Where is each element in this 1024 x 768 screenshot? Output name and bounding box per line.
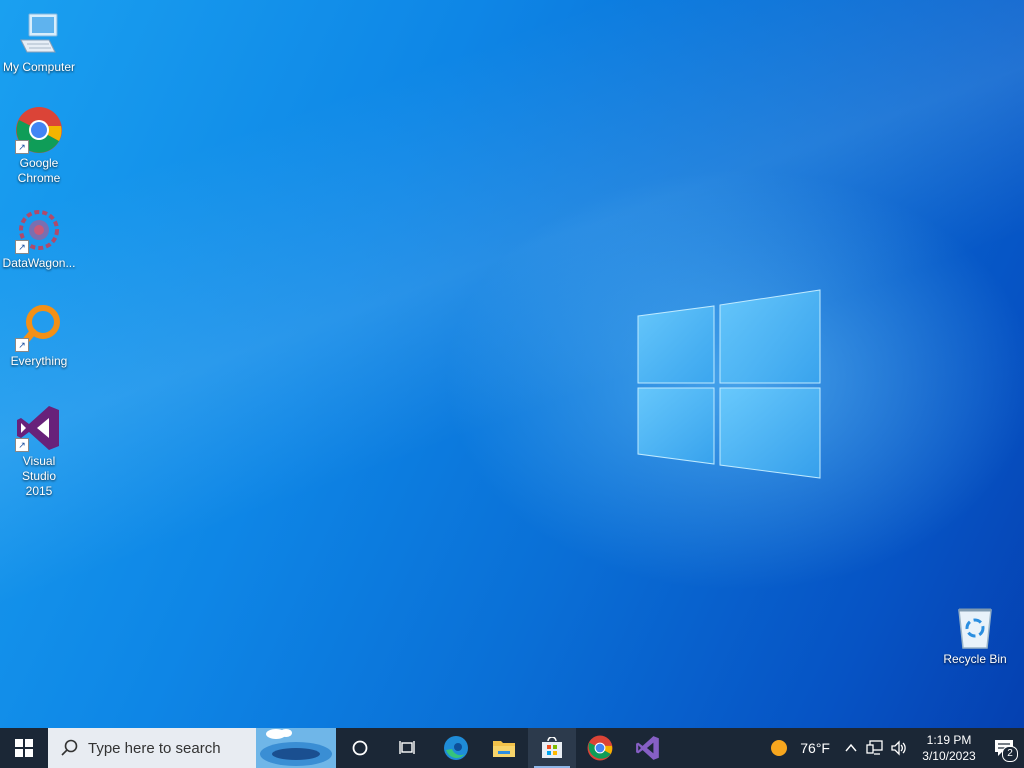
desktop-icon-label: Everything xyxy=(10,354,68,368)
taskbar-clock[interactable]: 1:19 PM 3/10/2023 xyxy=(918,732,980,764)
everything-icon: ↗ xyxy=(15,304,63,352)
windows-start-icon xyxy=(15,739,33,757)
file-explorer-icon xyxy=(493,741,515,757)
cortana-button[interactable] xyxy=(336,728,384,768)
recycle-bin-icon xyxy=(951,602,999,650)
taskbar-store[interactable] xyxy=(528,728,576,768)
desktop-icon-everything[interactable]: ↗ Everything xyxy=(0,304,78,369)
windows-logo xyxy=(637,289,821,479)
desktop-icon-visual-studio[interactable]: ↗ Visual Studio 2015 xyxy=(0,404,78,499)
desktop-icon-recycle-bin[interactable]: Recycle Bin xyxy=(936,602,1014,667)
visual-studio-icon xyxy=(636,736,659,760)
weather-temperature: 76°F xyxy=(800,740,830,756)
desktop-icon-label: Visual Studio 2015 xyxy=(21,454,57,498)
desktop-icon-my-computer[interactable]: My Computer xyxy=(0,10,78,75)
cortana-icon xyxy=(352,740,368,756)
desktop-icon-google-chrome[interactable]: ↗ Google Chrome xyxy=(0,106,78,186)
desktop-icon-label: My Computer xyxy=(2,60,76,74)
store-icon xyxy=(542,737,562,758)
taskbar: Type here to search 76°F 1:19 PM 3/10/20… xyxy=(0,728,1024,768)
desktop-icon-label: Recycle Bin xyxy=(943,652,1007,666)
network-icon[interactable] xyxy=(866,740,884,756)
taskbar-file-explorer[interactable] xyxy=(480,728,528,768)
volume-icon[interactable] xyxy=(890,740,908,756)
sun-icon xyxy=(771,740,788,756)
computer-icon xyxy=(15,10,63,58)
task-view-icon xyxy=(399,741,415,754)
wallpaper-light-beam xyxy=(0,0,1024,728)
chrome-icon xyxy=(587,735,613,761)
taskbar-search-box[interactable]: Type here to search xyxy=(48,728,336,768)
search-icon xyxy=(61,739,78,756)
shortcut-arrow-icon: ↗ xyxy=(15,140,29,154)
shortcut-arrow-icon: ↗ xyxy=(15,438,29,452)
search-highlight-icon xyxy=(256,728,336,768)
chevron-up-icon[interactable] xyxy=(844,741,858,755)
visual-studio-icon: ↗ xyxy=(15,404,63,452)
desktop-icon-datawagon[interactable]: ↗ DataWagon... xyxy=(0,206,78,271)
taskbar-visual-studio[interactable] xyxy=(624,728,672,768)
datawagon-icon: ↗ xyxy=(15,206,63,254)
weather-widget[interactable]: 76°F xyxy=(770,739,830,757)
task-view-button[interactable] xyxy=(384,728,432,768)
taskbar-chrome[interactable] xyxy=(576,728,624,768)
shortcut-arrow-icon: ↗ xyxy=(15,338,29,352)
taskbar-edge[interactable] xyxy=(432,728,480,768)
desktop-icon-label: Google Chrome xyxy=(17,156,61,185)
desktop-icon-label: DataWagon... xyxy=(2,256,76,270)
action-center-button[interactable]: 2 xyxy=(984,728,1024,768)
start-button[interactable] xyxy=(0,728,48,768)
clock-time: 1:19 PM xyxy=(926,733,972,747)
shortcut-arrow-icon: ↗ xyxy=(15,240,29,254)
search-placeholder: Type here to search xyxy=(88,739,221,757)
chrome-icon: ↗ xyxy=(15,106,63,154)
notification-count-badge: 2 xyxy=(1002,746,1018,762)
clock-date: 3/10/2023 xyxy=(922,749,976,763)
edge-icon xyxy=(444,736,468,760)
system-tray: 76°F 1:19 PM 3/10/2023 2 xyxy=(770,728,1024,768)
desktop[interactable]: My Computer ↗ Google Chrome ↗ DataWagon.… xyxy=(0,0,1024,728)
